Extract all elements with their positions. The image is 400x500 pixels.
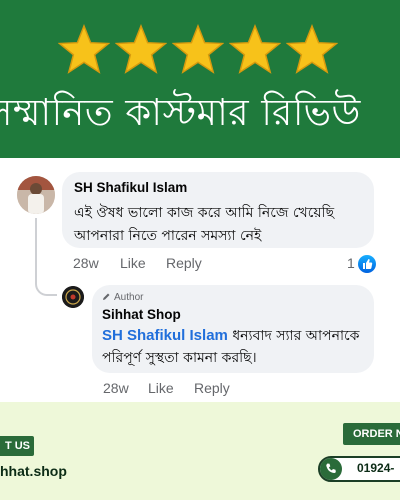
contact-footer <box>0 402 400 500</box>
phone-number[interactable]: 01924- <box>357 461 394 475</box>
star-icon <box>172 24 224 74</box>
star-icon <box>229 24 281 74</box>
reply-button[interactable]: Reply <box>166 255 202 271</box>
comment-bubble: SH Shafikul Islam এই ঔষধ ভালো কাজ করে আম… <box>62 172 374 248</box>
reply-reply-button[interactable]: Reply <box>194 380 230 396</box>
reply-thread-line <box>35 218 57 296</box>
contact-label: T US <box>0 436 34 456</box>
mention-link[interactable]: SH Shafikul Islam <box>102 327 228 344</box>
star-icon <box>115 24 167 74</box>
reply-author[interactable]: Sihhat Shop <box>102 307 181 322</box>
thumbs-up-icon[interactable] <box>358 255 376 273</box>
author-badge: Author <box>102 292 143 303</box>
pencil-icon <box>103 293 110 300</box>
comment-author[interactable]: SH Shafikul Islam <box>74 180 187 195</box>
phone-icon <box>320 458 342 480</box>
author-badge-label: Author <box>114 292 144 303</box>
rating-stars <box>0 24 400 84</box>
order-label: ORDER N <box>343 423 400 445</box>
website-link[interactable]: hhat.shop <box>0 463 67 479</box>
reaction-count[interactable]: 1 <box>347 255 355 271</box>
banner-title: সম্মানিত কাস্টমার রিভিউ <box>0 91 361 134</box>
comment-text: এই ঔষধ ভালো কাজ করে আমি নিজে খেয়েছি আপন… <box>74 205 335 244</box>
reply-bubble: Author Sihhat Shop SH Shafikul Islam ধন্… <box>92 285 374 373</box>
reply-text: SH Shafikul Islam ধন্যবাদ স্যার আপনাকে প… <box>102 325 367 369</box>
star-icon <box>58 24 110 74</box>
star-icon <box>286 24 338 74</box>
review-banner: সম্মানিত কাস্টমার রিভিউ <box>0 0 400 158</box>
reply-like-button[interactable]: Like <box>148 380 174 396</box>
shop-avatar[interactable] <box>62 286 84 308</box>
reply-time[interactable]: 28w <box>103 380 129 396</box>
user-avatar[interactable] <box>17 176 55 214</box>
comment-time[interactable]: 28w <box>73 255 99 271</box>
like-button[interactable]: Like <box>120 255 146 271</box>
